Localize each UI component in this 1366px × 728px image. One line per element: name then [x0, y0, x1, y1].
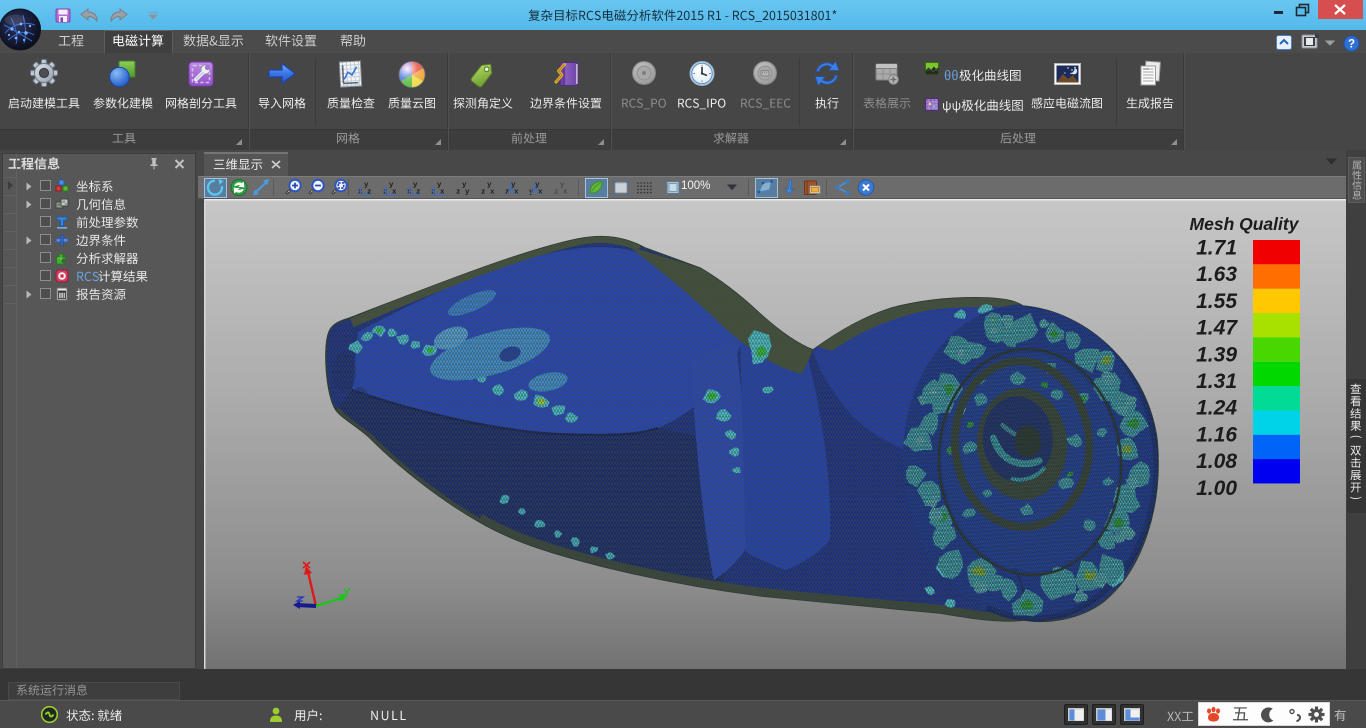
- svg-text:y: y: [487, 182, 492, 190]
- svg-text:1.39: 1.39: [1196, 343, 1237, 366]
- svg-text:y: y: [462, 182, 467, 190]
- svg-text:z y: z y: [456, 189, 470, 197]
- svg-text:y: y: [364, 182, 369, 190]
- svg-text:y: y: [389, 182, 394, 190]
- svg-text:1.16: 1.16: [1196, 423, 1237, 446]
- svg-text:y: y: [560, 182, 565, 190]
- svg-text:1.08: 1.08: [1196, 450, 1237, 473]
- svg-text:?: ?: [1348, 39, 1355, 51]
- svg-text:y: y: [413, 182, 418, 190]
- svg-text:1.31: 1.31: [1196, 370, 1237, 393]
- svg-text:1.00: 1.00: [1196, 477, 1237, 500]
- svg-text:1.63: 1.63: [1196, 263, 1237, 286]
- svg-text:1.71: 1.71: [1196, 237, 1237, 260]
- svg-text:1.47: 1.47: [1196, 317, 1238, 340]
- svg-text:1.24: 1.24: [1196, 397, 1237, 420]
- svg-text:y: y: [437, 182, 442, 190]
- svg-text:Mesh Quality: Mesh Quality: [1190, 214, 1300, 234]
- svg-text:1.55: 1.55: [1196, 290, 1237, 313]
- svg-text:z x: z x: [481, 189, 495, 197]
- svg-text:z x: z x: [554, 189, 568, 197]
